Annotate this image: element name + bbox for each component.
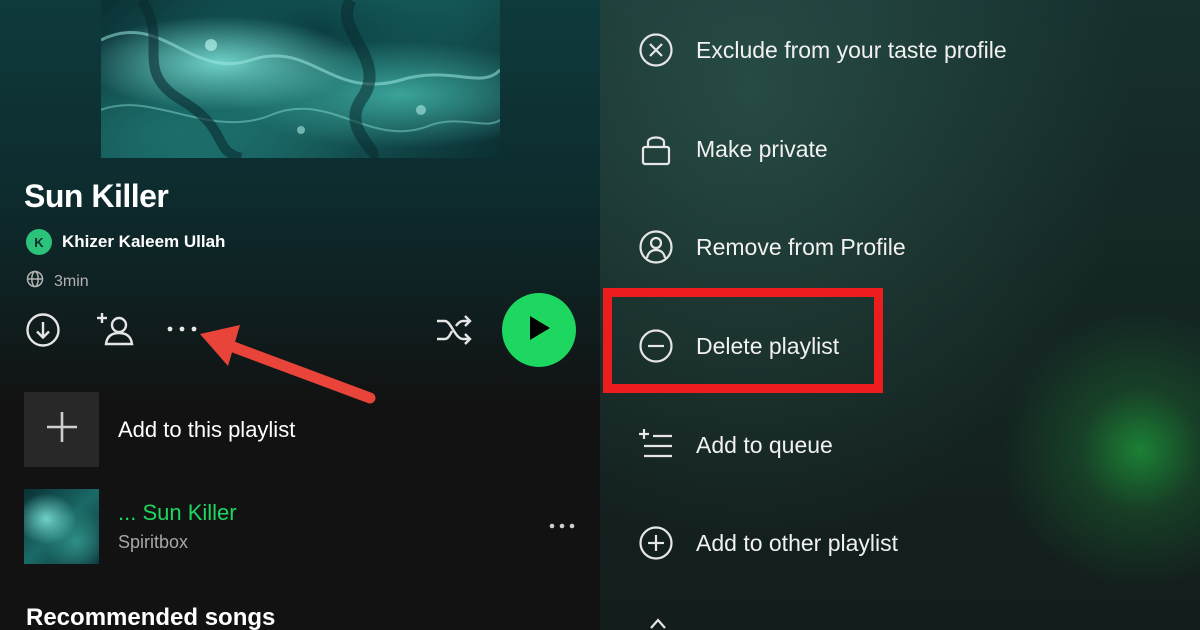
menu-item-make-private[interactable]: Make private [638, 131, 828, 167]
partial-menu-icon [648, 614, 668, 630]
add-to-queue-icon [638, 427, 674, 463]
add-to-playlist-button[interactable] [24, 392, 99, 467]
owner-name[interactable]: Khizer Kaleem Ullah [62, 232, 225, 252]
menu-item-add-to-other-playlist[interactable]: Add to other playlist [638, 525, 898, 561]
shuffle-icon [435, 313, 473, 352]
menu-item-label[interactable]: Remove from Profile [696, 234, 906, 261]
playlist-owner[interactable]: K Khizer Kaleem Ullah [26, 229, 225, 255]
avatar[interactable]: K [26, 229, 52, 255]
playlist-meta: 3min [26, 270, 89, 293]
menu-item-label[interactable]: Make private [696, 136, 828, 163]
annotation-highlight-box [603, 288, 883, 393]
add-to-playlist-row[interactable]: Add to this playlist [24, 392, 295, 467]
more-dots-icon [549, 523, 575, 528]
more-dots-icon [164, 321, 200, 339]
add-collaborator-button[interactable] [95, 310, 137, 352]
add-to-playlist-label[interactable]: Add to this playlist [118, 417, 295, 443]
menu-item-label[interactable]: Add to queue [696, 432, 833, 459]
close-circle-icon [638, 32, 674, 68]
menu-item-remove-from-profile[interactable]: Remove from Profile [638, 229, 906, 265]
playlist-duration: 3min [54, 272, 89, 290]
shuffle-button[interactable] [434, 312, 474, 352]
playlist-cover-art [101, 0, 500, 158]
recommended-songs-heading: Recommended songs [26, 604, 276, 630]
track-artist[interactable]: Spiritbox [118, 532, 237, 553]
download-circle-icon [25, 312, 61, 353]
track-title[interactable]: ... Sun Killer [118, 500, 237, 526]
profile-icon [638, 229, 674, 265]
plus-circle-icon [638, 525, 674, 561]
plus-icon [45, 410, 79, 449]
track-more-button[interactable] [547, 518, 577, 536]
playlist-pane: Sun Killer K Khizer Kaleem Ullah 3min Ad… [0, 0, 600, 630]
menu-item-exclude-taste-profile[interactable]: Exclude from your taste profile [638, 32, 1007, 68]
play-icon [526, 314, 552, 347]
track-artwork [24, 489, 99, 564]
more-options-button[interactable] [162, 318, 202, 342]
globe-icon [26, 270, 44, 293]
add-user-icon [96, 309, 136, 354]
menu-item-label[interactable]: Add to other playlist [696, 530, 898, 557]
menu-item-add-to-queue[interactable]: Add to queue [638, 427, 833, 463]
menu-item-label[interactable]: Exclude from your taste profile [696, 37, 1007, 64]
download-button[interactable] [24, 312, 62, 353]
play-button[interactable] [502, 293, 576, 367]
track-info: ... Sun Killer Spiritbox [118, 500, 237, 553]
lock-icon [638, 131, 674, 167]
list-item[interactable]: ... Sun Killer Spiritbox [24, 489, 579, 564]
playlist-title: Sun Killer [24, 178, 169, 214]
